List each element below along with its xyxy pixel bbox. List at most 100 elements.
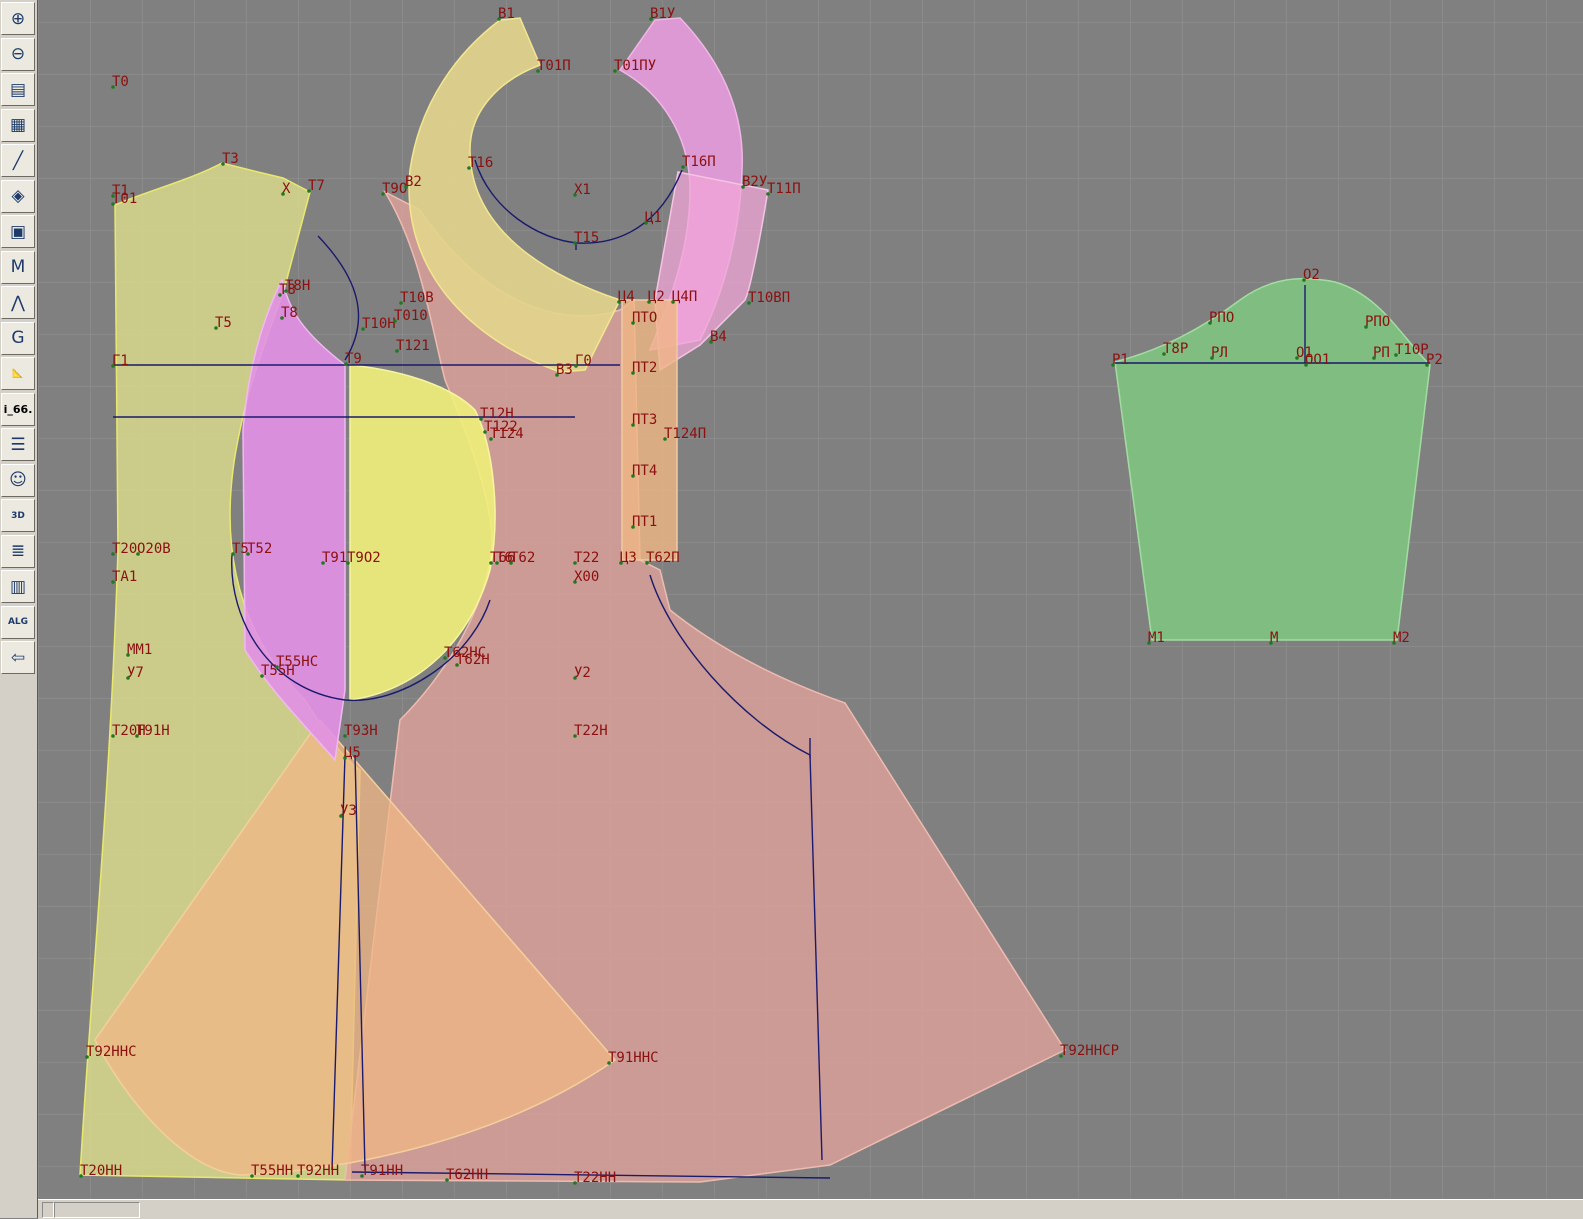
- point-marker[interactable]: [321, 561, 325, 565]
- point-marker[interactable]: [495, 561, 499, 565]
- point-marker[interactable]: [404, 185, 408, 189]
- point-label[interactable]: Т62НН: [446, 1167, 488, 1183]
- point-marker[interactable]: [111, 85, 115, 89]
- point-marker[interactable]: [645, 561, 649, 565]
- point-marker[interactable]: [573, 1181, 577, 1185]
- point-label[interactable]: Т9О2: [347, 550, 381, 566]
- point-marker[interactable]: [346, 561, 350, 565]
- point-label[interactable]: ТА1: [112, 569, 137, 585]
- point-marker[interactable]: [445, 1178, 449, 1182]
- point-label[interactable]: Т11П: [767, 181, 801, 197]
- point-label[interactable]: Т22НН: [574, 1170, 616, 1186]
- point-marker[interactable]: [467, 166, 471, 170]
- point-marker[interactable]: [497, 17, 501, 21]
- point-marker[interactable]: [574, 364, 578, 368]
- point-marker[interactable]: [275, 665, 279, 669]
- point-label[interactable]: Т22: [574, 550, 599, 566]
- point-marker[interactable]: [644, 221, 648, 225]
- point-label[interactable]: Т10ВП: [748, 290, 790, 306]
- point-label[interactable]: Т93Н: [344, 723, 378, 739]
- point-marker[interactable]: [613, 69, 617, 73]
- point-marker[interactable]: [617, 300, 621, 304]
- algorithm-g-icon[interactable]: G: [1, 321, 35, 355]
- point-marker[interactable]: [741, 185, 745, 189]
- point-label[interactable]: Т22Н: [574, 723, 608, 739]
- point-label[interactable]: Т16П: [682, 154, 716, 170]
- point-label[interactable]: Х00: [574, 569, 599, 585]
- point-marker[interactable]: [619, 561, 623, 565]
- point-marker[interactable]: [631, 525, 635, 529]
- point-label[interactable]: ПТ1: [632, 514, 657, 530]
- point-marker[interactable]: [111, 552, 115, 556]
- point-label[interactable]: Т10Р: [1395, 342, 1429, 358]
- point-label[interactable]: Т92ННСР: [1060, 1043, 1119, 1059]
- point-marker[interactable]: [455, 663, 459, 667]
- point-marker[interactable]: [631, 423, 635, 427]
- table-icon[interactable]: ≣: [1, 534, 35, 568]
- point-marker[interactable]: [343, 756, 347, 760]
- point-marker[interactable]: [573, 193, 577, 197]
- point-marker[interactable]: [260, 674, 264, 678]
- point-label[interactable]: Т91Н: [136, 723, 170, 739]
- line-tool-icon[interactable]: ╱: [1, 144, 35, 177]
- point-marker[interactable]: [479, 417, 483, 421]
- zoom-out-icon[interactable]: ⊖: [1, 37, 35, 71]
- point-label[interactable]: Т91: [322, 550, 347, 566]
- point-marker[interactable]: [339, 814, 343, 818]
- point-marker[interactable]: [231, 552, 235, 556]
- point-label[interactable]: Т52: [247, 541, 272, 557]
- point-label[interactable]: Т15: [574, 230, 599, 246]
- point-marker[interactable]: [111, 202, 115, 206]
- point-marker[interactable]: [573, 241, 577, 245]
- point-marker[interactable]: [1162, 352, 1166, 356]
- point-label[interactable]: ММ1: [127, 642, 152, 658]
- point-label[interactable]: Ц4П: [672, 289, 697, 305]
- point-label[interactable]: Т55НН: [251, 1163, 293, 1179]
- point-label[interactable]: Т62Н: [456, 652, 490, 668]
- point-marker[interactable]: [360, 1174, 364, 1178]
- point-label[interactable]: Т01: [112, 191, 137, 207]
- point-label[interactable]: ПТ3: [632, 412, 657, 428]
- point-marker[interactable]: [278, 293, 282, 297]
- point-marker[interactable]: [1210, 356, 1214, 360]
- point-marker[interactable]: [136, 552, 140, 556]
- point-marker[interactable]: [281, 192, 285, 196]
- point-marker[interactable]: [250, 1174, 254, 1178]
- point-marker[interactable]: [79, 1174, 83, 1178]
- point-marker[interactable]: [280, 316, 284, 320]
- point-marker[interactable]: [111, 364, 115, 368]
- point-label[interactable]: РПО: [1209, 310, 1234, 326]
- alg-icon[interactable]: ALG: [1, 605, 35, 639]
- point-marker[interactable]: [1147, 641, 1151, 645]
- point-label[interactable]: ПТ4: [632, 463, 657, 479]
- grid-icon[interactable]: ▦: [1, 108, 35, 142]
- point-marker[interactable]: [1372, 356, 1376, 360]
- point-marker[interactable]: [681, 165, 685, 169]
- point-marker[interactable]: [649, 17, 653, 21]
- pattern-sheet-icon[interactable]: ▤: [1, 73, 35, 106]
- point-marker[interactable]: [573, 734, 577, 738]
- point-label[interactable]: ПТ2: [632, 360, 657, 376]
- point-marker[interactable]: [1425, 363, 1429, 367]
- point-label[interactable]: Т124: [490, 426, 524, 442]
- point-marker[interactable]: [284, 289, 288, 293]
- point-label[interactable]: Т55Н: [261, 663, 295, 679]
- point-marker[interactable]: [296, 1174, 300, 1178]
- point-marker[interactable]: [361, 327, 365, 331]
- view-3d-icon[interactable]: 3D: [1, 499, 35, 532]
- point-marker[interactable]: [663, 437, 667, 441]
- point-label[interactable]: Т62П: [646, 550, 680, 566]
- point-label[interactable]: В1У: [650, 6, 675, 22]
- point-label[interactable]: Т92ННС: [86, 1044, 137, 1060]
- point-marker[interactable]: [1269, 641, 1273, 645]
- point-label[interactable]: Т01ПУ: [614, 58, 656, 74]
- point-label[interactable]: Т124П: [664, 426, 706, 442]
- pattern-canvas[interactable]: Т0 В1 В1У Т01П Т01ПУ Т3 Т1 Т01 Х Т7 Т16 Т9О В2 Х1 Т16П…: [38, 0, 1583, 1218]
- point-marker[interactable]: [135, 734, 139, 738]
- point-marker[interactable]: [647, 300, 651, 304]
- point-marker[interactable]: [381, 192, 385, 196]
- point-label[interactable]: Т20: [112, 541, 137, 557]
- point-marker[interactable]: [1208, 321, 1212, 325]
- file-label[interactable]: i_66.: [1, 392, 35, 426]
- point-label[interactable]: Т10В: [400, 290, 434, 306]
